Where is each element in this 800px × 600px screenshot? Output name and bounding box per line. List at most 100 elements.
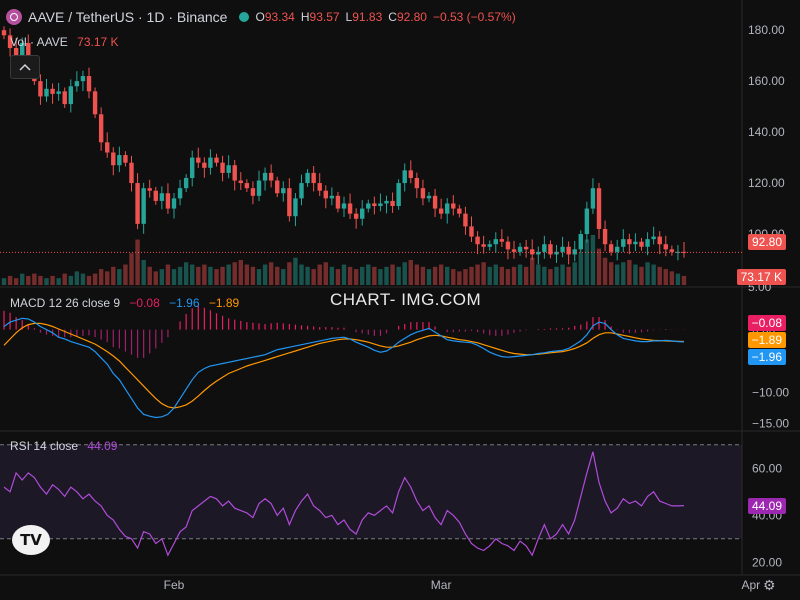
chart-header: AAVE / TetherUS · 1D · Binance O 93.34 H… (6, 6, 516, 28)
volume-bar (299, 264, 304, 285)
volume-bar (153, 271, 158, 285)
candle-body (347, 203, 353, 214)
symbol-title: AAVE / TetherUS · 1D · Binance (28, 9, 228, 25)
candle-body (86, 76, 92, 92)
candle-body (335, 195, 341, 209)
tradingview-logo[interactable]: TV (12, 525, 50, 555)
candle-body (414, 177, 420, 189)
volume-bar (445, 266, 450, 285)
volume-bar (190, 264, 195, 285)
candle-body (542, 244, 547, 252)
macd-signal-tag: −1.89 (747, 332, 786, 348)
volume-bar (196, 266, 201, 285)
volume-bar (20, 273, 25, 285)
volume-bar (639, 266, 644, 285)
volume-bar (56, 278, 61, 285)
volume-bar (554, 266, 559, 285)
volume-bar (536, 264, 541, 285)
rsi-legend: RSI 14 close 44.09 (10, 439, 117, 453)
macd-line-legend-value: −1.96 (169, 296, 200, 310)
candle-body (238, 180, 243, 184)
macd-signal-line (3, 322, 685, 409)
candle-body (171, 198, 177, 209)
volume-bar (402, 262, 407, 285)
candle-body (287, 188, 292, 217)
volume-bar (238, 260, 243, 285)
candle-body (408, 170, 413, 178)
volume-bar (475, 264, 480, 285)
candle-body (62, 91, 67, 105)
candle-body (262, 172, 268, 181)
close-value: 92.80 (396, 10, 427, 24)
x-tick-label: Apr (741, 578, 760, 592)
candle-body (353, 213, 359, 219)
candle-body (639, 241, 644, 247)
volume-bar (226, 264, 231, 285)
candle-body (505, 241, 511, 250)
volume-bar (566, 266, 571, 285)
candle-body (578, 234, 583, 250)
price-tick-label: 160.00 (748, 74, 785, 88)
candle-body (98, 114, 104, 143)
volume-bar (493, 264, 498, 285)
candle-body (92, 91, 98, 115)
volume-bar (159, 269, 165, 285)
candle-body (584, 208, 590, 235)
volume-bar (202, 264, 207, 285)
candle-body (517, 246, 523, 252)
high-label: H (300, 10, 310, 24)
candle-body (530, 249, 535, 255)
volume-bar (26, 275, 31, 285)
volume-bar (335, 269, 341, 285)
volume-bar (129, 253, 134, 285)
volume-bar (244, 264, 250, 285)
volume-bar (560, 264, 565, 285)
low-label: L (345, 10, 353, 24)
volume-bar (408, 260, 413, 285)
volume-bar (505, 269, 511, 285)
candle-body (111, 152, 116, 166)
candle-body (596, 188, 602, 229)
change-value: −0.53 (−0.57%) (432, 10, 516, 24)
candle-body (323, 190, 328, 199)
candle-body (602, 228, 608, 245)
candle-body (536, 251, 541, 255)
rsi-legend-value: 44.09 (87, 439, 118, 453)
volume-bar (111, 266, 116, 285)
candle-body (129, 162, 134, 184)
candle-body (177, 188, 183, 199)
candle-body (135, 183, 140, 224)
candle-body (432, 195, 438, 209)
last-price-tag: 92.80 (747, 234, 786, 250)
macd-tick-label: −15.00 (752, 417, 789, 431)
collapse-legend-button[interactable] (10, 55, 40, 79)
volume-bar (463, 269, 468, 285)
volume-bar (293, 257, 298, 285)
rsi-tick-label: 20.00 (752, 555, 782, 569)
volume-bar (68, 275, 73, 285)
candle-body (463, 213, 468, 227)
price-tick-label: 140.00 (748, 125, 785, 139)
candle-body (523, 246, 529, 250)
volume-bar (32, 273, 37, 285)
volume-bar (657, 266, 662, 285)
candle-body (420, 188, 426, 199)
rsi-tick-label: 60.00 (752, 461, 782, 475)
open-value: 93.34 (264, 10, 295, 24)
candle-body (220, 162, 225, 173)
volume-bar (651, 264, 656, 285)
candle-body (445, 203, 450, 214)
settings-gear-icon[interactable]: ⚙ (763, 577, 776, 594)
candle-body (493, 239, 498, 245)
volume-bar (457, 271, 462, 285)
candle-body (633, 241, 638, 245)
volume-bar (171, 269, 177, 285)
candle-body (268, 172, 274, 181)
volume-bar (530, 257, 535, 285)
rsi-band-fill (0, 444, 742, 539)
macd-line (3, 317, 685, 419)
candle-body (183, 177, 189, 189)
volume-bar (317, 264, 322, 285)
volume-bar (305, 266, 310, 285)
x-tick-label: Mar (431, 578, 452, 592)
